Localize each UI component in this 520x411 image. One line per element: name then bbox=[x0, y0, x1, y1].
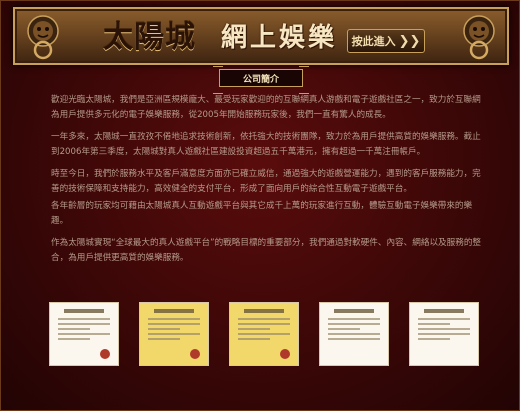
enter-button[interactable]: 按此進入 ❯❯ bbox=[347, 29, 425, 53]
section-title-label: 公司簡介 bbox=[242, 74, 279, 85]
logo: 太陽城 bbox=[103, 20, 196, 55]
certificate-image[interactable] bbox=[319, 302, 389, 366]
intro-paragraph: 作為太陽城實現“全球最大的真人遊戲平台”的戰略目標的重要部分，我們通過對軟硬件、… bbox=[51, 238, 482, 263]
certificate-image[interactable] bbox=[229, 302, 299, 366]
certificate-image[interactable] bbox=[139, 302, 209, 366]
header-banner: 太陽城 網上娛樂 按此進入 ❯❯ bbox=[13, 7, 509, 65]
site-title: 網上娛樂 bbox=[221, 23, 338, 53]
certificate-image[interactable] bbox=[49, 302, 119, 366]
intro-paragraph: 歡迎光臨太陽城，我們是亞洲區規模龐大、最受玩家歡迎的的互聯網真人游戲和電子遊戲社… bbox=[51, 95, 481, 120]
enter-button-label: 按此進入 bbox=[351, 35, 396, 48]
lion-knocker-icon bbox=[27, 15, 59, 60]
certificate-image[interactable] bbox=[409, 302, 479, 366]
lion-knocker-icon bbox=[463, 15, 495, 60]
certificate-gallery bbox=[49, 302, 479, 366]
intro-paragraph: 各年齡層的玩家均可藉由太陽城真人互動遊戲平台與其它成千上萬的玩家進行互動，體驗互… bbox=[51, 201, 473, 226]
intro-paragraph: 時至今日，我們於服務水平及客戶滿意度方面亦已確立威信，通過強大的遊戲營運能力，遇… bbox=[51, 169, 481, 194]
section-title: 公司簡介 bbox=[213, 66, 309, 94]
page-frame: 太陽城 網上娛樂 按此進入 ❯❯ 公司簡介 歡迎光臨太陽城，我們是亞洲區規模龐大… bbox=[0, 0, 520, 411]
company-intro: 歡迎光臨太陽城，我們是亞洲區規模龐大、最受玩家歡迎的的互聯網真人游戲和電子遊戲社… bbox=[51, 93, 481, 273]
chevron-right-icon: ❯❯ bbox=[398, 33, 421, 49]
intro-paragraph: 一年多來，太陽城一直孜孜不倦地追求技術創新，依托強大的技術團隊，致力於為用戶提供… bbox=[51, 132, 481, 157]
